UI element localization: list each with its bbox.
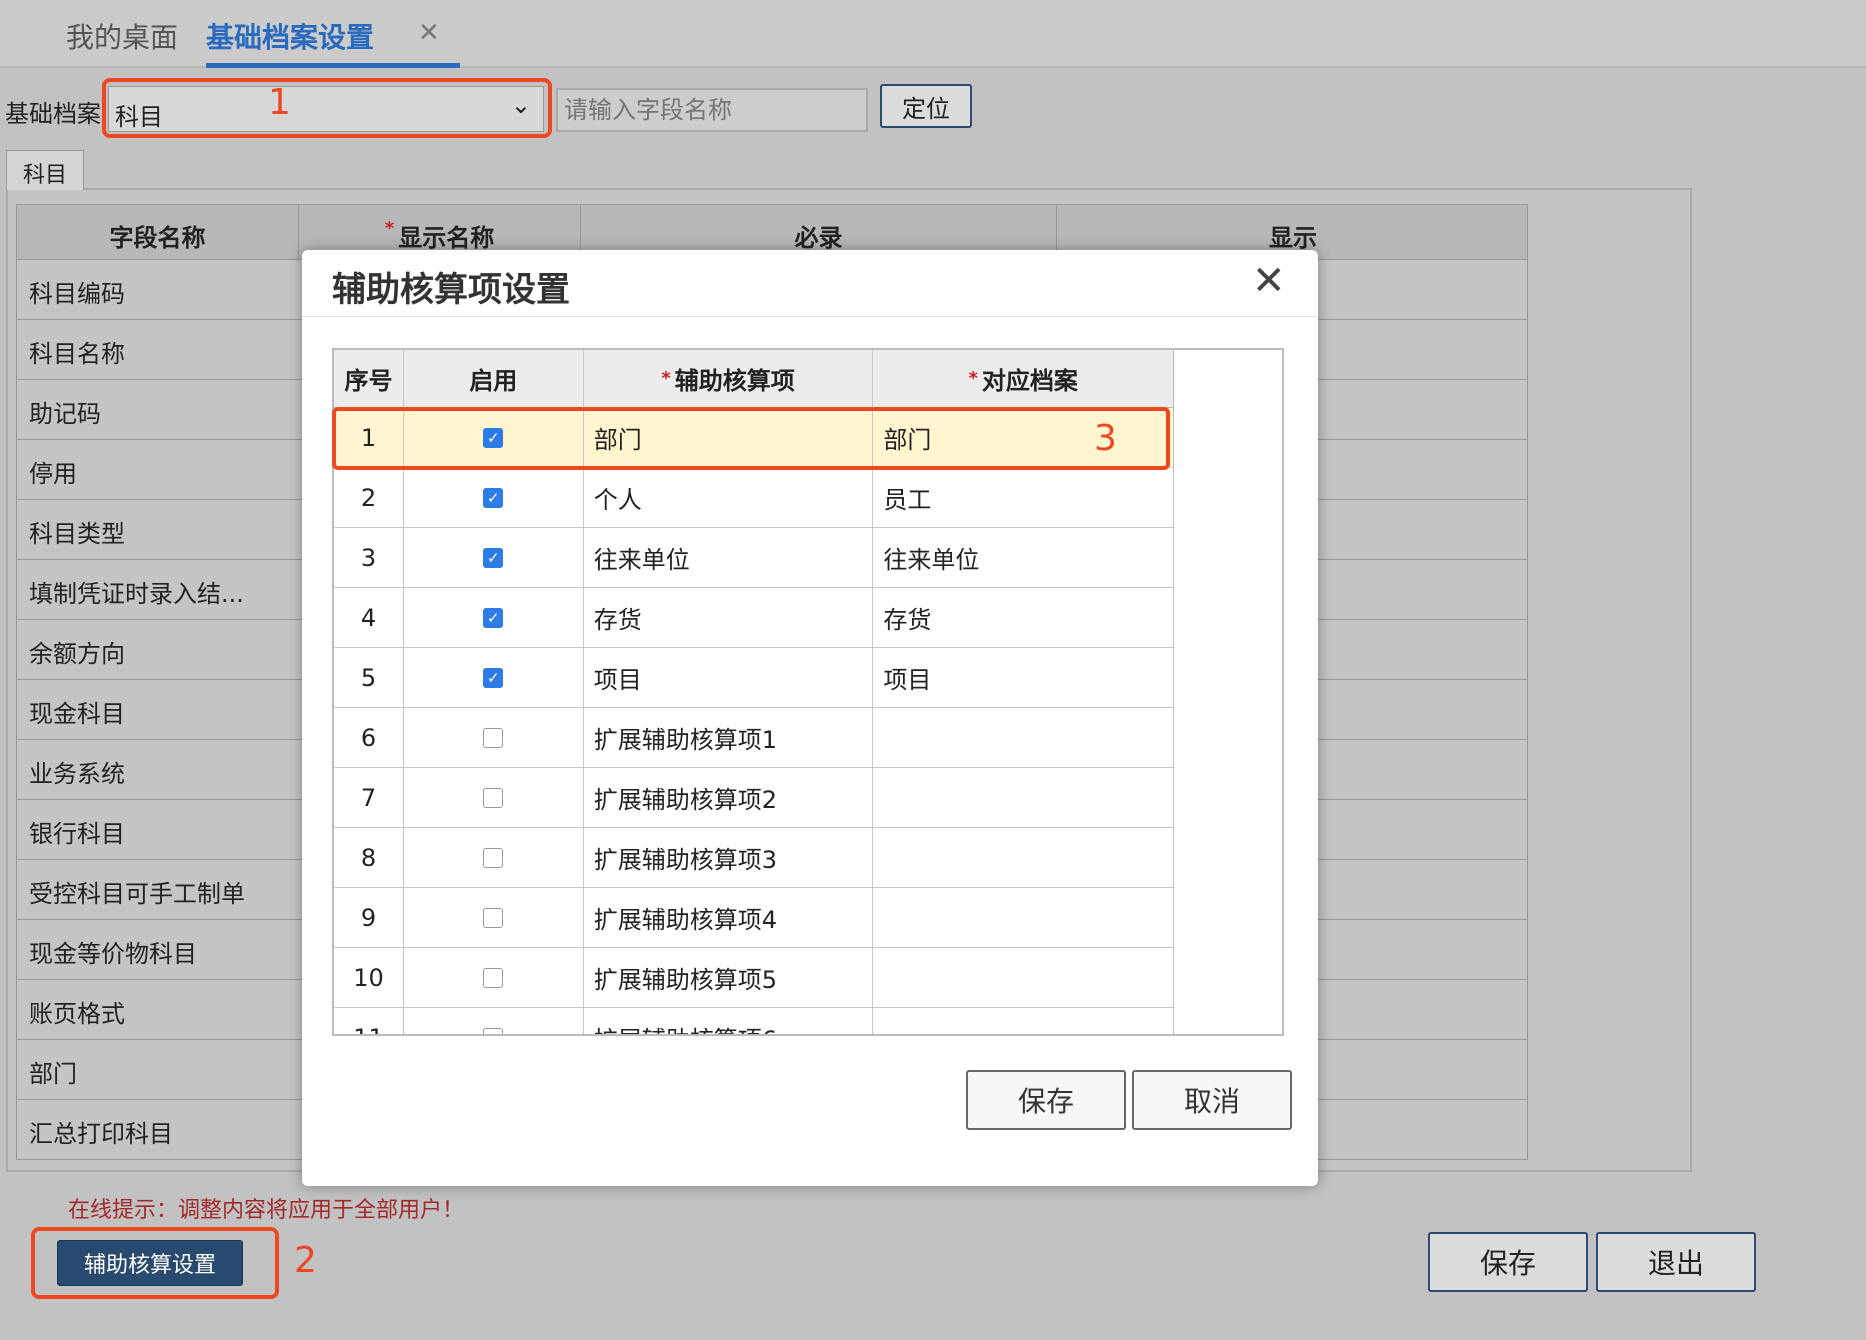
- enabled-cell: [404, 708, 584, 767]
- archive-cell[interactable]: [873, 948, 1173, 1007]
- enabled-cell: ✓: [404, 528, 584, 587]
- highlight-box-3: [332, 407, 1170, 470]
- tab-bar: 我的桌面 基础档案设置 ✕: [0, 0, 1866, 68]
- enabled-cell: [404, 828, 584, 887]
- dialog-cancel-button[interactable]: 取消: [1132, 1070, 1292, 1130]
- checkbox-checked[interactable]: ✓: [483, 607, 504, 628]
- aux-item-cell[interactable]: 个人: [584, 468, 874, 527]
- tab-label: 基础档案设置: [206, 21, 375, 54]
- dialog-title: 辅助核算项设置: [332, 270, 570, 310]
- aux-grid-row[interactable]: 5 ✓ 项目 项目: [334, 648, 1173, 708]
- row-number: 7: [334, 768, 404, 827]
- archive-cell[interactable]: [873, 1008, 1173, 1034]
- aux-grid-row[interactable]: 10 扩展辅助核算项5: [334, 948, 1173, 1008]
- required-star: *: [384, 218, 395, 239]
- aux-item-cell[interactable]: 往来单位: [584, 528, 874, 587]
- aux-item-cell[interactable]: 扩展辅助核算项3: [584, 828, 874, 887]
- required-star: *: [968, 368, 978, 389]
- enabled-cell: [404, 1008, 584, 1034]
- aux-item-cell[interactable]: 扩展辅助核算项2: [584, 768, 874, 827]
- row-number: 3: [334, 528, 404, 587]
- aux-item-cell[interactable]: 存货: [584, 588, 874, 647]
- checkbox-unchecked[interactable]: [483, 967, 504, 988]
- aux-item-cell[interactable]: 扩展辅助核算项4: [584, 888, 874, 947]
- aux-accounting-dialog: 辅助核算项设置 ✕ 序号 启用 * 辅助核算项 * 对应档案 1 ✓ 部门 部门 2 ✓ 个人员…: [302, 250, 1318, 1186]
- marker-2: 2: [294, 1240, 317, 1281]
- header-aux-item-label: 辅助核算项: [674, 367, 795, 395]
- dialog-close-icon[interactable]: ✕: [1252, 258, 1286, 304]
- dialog-save-button[interactable]: 保存: [966, 1070, 1126, 1130]
- aux-item-cell[interactable]: 扩展辅助核算项6: [584, 1008, 874, 1034]
- aux-item-cell[interactable]: 扩展辅助核算项1: [584, 708, 874, 767]
- checkbox-unchecked[interactable]: [483, 847, 504, 868]
- aux-grid-row[interactable]: 2 ✓ 个人 员工: [334, 468, 1173, 528]
- archive-cell[interactable]: 存货: [873, 588, 1173, 647]
- tab-basic-archive-settings[interactable]: 基础档案设置 ✕: [206, 16, 460, 68]
- enabled-cell: [404, 768, 584, 827]
- aux-grid-row[interactable]: 8 扩展辅助核算项3: [334, 828, 1173, 888]
- aux-grid-row[interactable]: 9 扩展辅助核算项4: [334, 888, 1173, 948]
- checkbox-unchecked[interactable]: [483, 727, 504, 748]
- archive-cell[interactable]: [873, 768, 1173, 827]
- archive-cell[interactable]: [873, 888, 1173, 947]
- checkbox-checked[interactable]: ✓: [483, 547, 504, 568]
- checkbox-unchecked[interactable]: [483, 1027, 504, 1034]
- row-number: 11: [334, 1008, 404, 1034]
- archive-label: 基础档案: [5, 100, 101, 128]
- enabled-cell: ✓: [404, 588, 584, 647]
- checkbox-checked[interactable]: ✓: [483, 667, 504, 688]
- header-no: 序号: [334, 350, 404, 407]
- enabled-cell: [404, 888, 584, 947]
- archive-cell[interactable]: [873, 828, 1173, 887]
- header-enabled: 启用: [404, 350, 584, 407]
- row-number: 4: [334, 588, 404, 647]
- aux-grid-row[interactable]: 11 扩展辅助核算项6: [334, 1008, 1173, 1034]
- archive-cell[interactable]: [873, 708, 1173, 767]
- checkbox-unchecked[interactable]: [483, 907, 504, 928]
- row-number: 9: [334, 888, 404, 947]
- archive-cell[interactable]: 往来单位: [873, 528, 1173, 587]
- tab-my-desktop[interactable]: 我的桌面: [66, 16, 178, 56]
- marker-1: 1: [268, 82, 291, 123]
- row-number: 6: [334, 708, 404, 767]
- required-star: *: [661, 368, 671, 389]
- header-aux-item: * 辅助核算项: [584, 350, 874, 407]
- row-number: 10: [334, 948, 404, 1007]
- archive-cell[interactable]: 员工: [873, 468, 1173, 527]
- save-button[interactable]: 保存: [1428, 1232, 1588, 1292]
- row-number: 8: [334, 828, 404, 887]
- row-number: 5: [334, 648, 404, 707]
- aux-grid-body: 1 ✓ 部门 部门 2 ✓ 个人 员工 3 ✓ 往来单位 往来单位 4 ✓ 存货 存货 5 ✓ 项目 项目 6 扩展辅助核…: [334, 408, 1173, 1034]
- row-number: 2: [334, 468, 404, 527]
- online-tip: 在线提示：调整内容将应用于全部用户！: [68, 1198, 465, 1223]
- checkbox-checked[interactable]: ✓: [483, 487, 504, 508]
- field-search-input[interactable]: [556, 88, 868, 132]
- aux-item-cell[interactable]: 项目: [584, 648, 874, 707]
- aux-grid-row[interactable]: 6 扩展辅助核算项1: [334, 708, 1173, 768]
- aux-grid-row[interactable]: 3 ✓ 往来单位 往来单位: [334, 528, 1173, 588]
- subtab-subject[interactable]: 科目: [6, 150, 84, 190]
- header-archive: * 对应档案: [873, 350, 1173, 407]
- enabled-cell: ✓: [404, 648, 584, 707]
- header-archive-label: 对应档案: [981, 367, 1078, 395]
- highlight-box-1: [102, 78, 552, 138]
- enabled-cell: ✓: [404, 468, 584, 527]
- close-icon[interactable]: ✕: [418, 18, 440, 48]
- marker-3: 3: [1094, 418, 1117, 459]
- highlight-box-2: [31, 1227, 279, 1299]
- dialog-divider: [302, 316, 1318, 317]
- archive-cell[interactable]: 项目: [873, 648, 1173, 707]
- header-display-name-label: 显示名称: [398, 224, 495, 252]
- locate-button[interactable]: 定位: [880, 84, 972, 128]
- aux-grid-header: 序号 启用 * 辅助核算项 * 对应档案: [334, 350, 1173, 408]
- checkbox-unchecked[interactable]: [483, 787, 504, 808]
- aux-grid-row[interactable]: 7 扩展辅助核算项2: [334, 768, 1173, 828]
- aux-item-cell[interactable]: 扩展辅助核算项5: [584, 948, 874, 1007]
- aux-grid-row[interactable]: 4 ✓ 存货 存货: [334, 588, 1173, 648]
- header-field-name: 字段名称: [17, 205, 299, 261]
- exit-button[interactable]: 退出: [1596, 1232, 1756, 1292]
- enabled-cell: [404, 948, 584, 1007]
